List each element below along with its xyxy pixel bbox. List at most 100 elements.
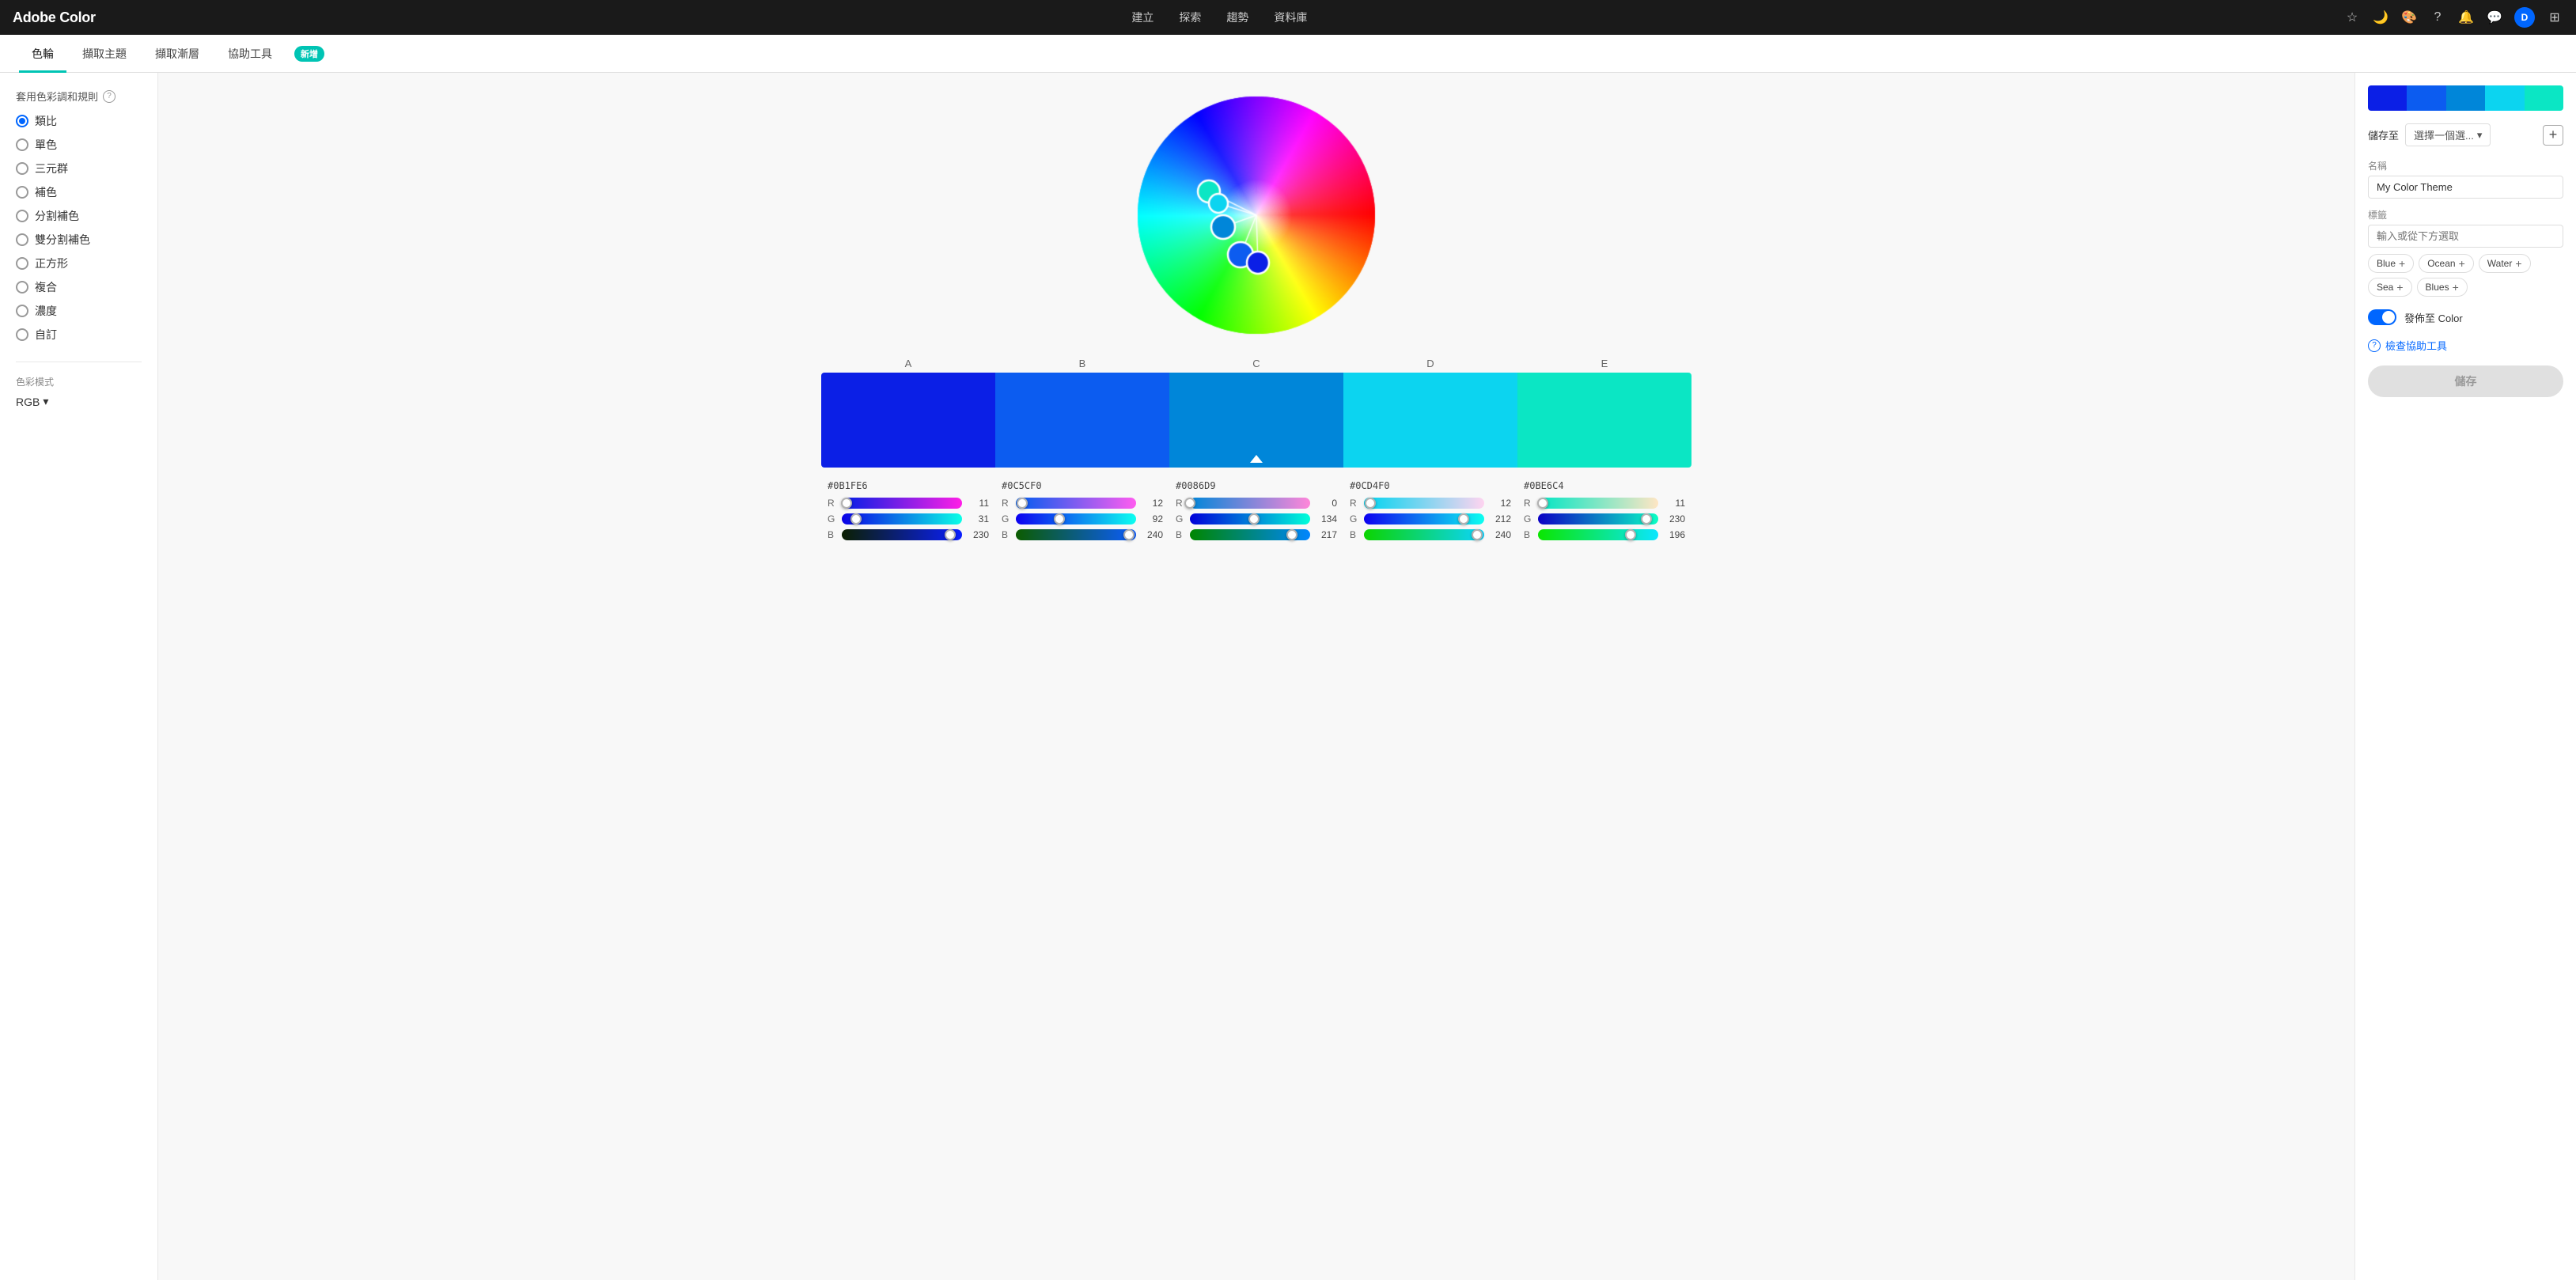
swatch-E[interactable] [1517,373,1691,468]
tags-input[interactable] [2368,225,2563,248]
user-avatar[interactable]: D [2514,7,2535,28]
thumb-B-1[interactable] [1123,529,1135,540]
tag-add-icon: + [2453,281,2459,293]
harmony-rule-8[interactable]: 濃度 [16,303,142,319]
thumb-G-0[interactable] [850,513,862,524]
radio-8 [16,305,28,317]
slider-B-2[interactable] [1190,529,1310,540]
slider-R-1[interactable] [1016,498,1136,509]
publish-row: 發佈至 Color [2368,309,2563,325]
slider-G-0[interactable] [842,513,962,524]
color-mode-select[interactable]: RGB ▾ [16,395,142,408]
slider-G-3[interactable] [1364,513,1484,524]
thumb-R-1[interactable] [1017,498,1028,509]
harmony-rule-9[interactable]: 自訂 [16,327,142,343]
nav-link-library[interactable]: 資料庫 [1274,9,1307,25]
name-input[interactable] [2368,176,2563,199]
nav-link-build[interactable]: 建立 [1131,9,1154,25]
thumb-G-1[interactable] [1054,513,1065,524]
tab-accessibility[interactable]: 協助工具 [215,35,285,73]
channel-R-row-3: R12 [1350,498,1511,509]
thumb-B-3[interactable] [1472,529,1483,540]
add-library-button[interactable]: + [2543,125,2563,146]
thumb-R-2[interactable] [1184,498,1195,509]
publish-toggle[interactable] [2368,309,2396,325]
slider-R-2[interactable] [1190,498,1310,509]
swatch-B[interactable] [995,373,1169,468]
slider-B-4[interactable] [1538,529,1658,540]
hex-label-0: #0B1FE6 [828,480,989,491]
harmony-rule-5[interactable]: 雙分割補色 [16,232,142,248]
thumb-R-3[interactable] [1365,498,1376,509]
name-label: 名稱 [2368,159,2563,172]
hex-label-4: #0BE6C4 [1524,480,1685,491]
radio-0 [16,115,28,127]
save-button[interactable]: 儲存 [2368,365,2563,397]
swatches-labels: ABCDE [821,358,1691,369]
tag-ocean[interactable]: Ocean+ [2419,254,2474,273]
color-wheel-icon[interactable]: 🎨 [2400,9,2418,26]
swatch-label-C: C [1169,358,1343,369]
tag-water[interactable]: Water+ [2479,254,2531,273]
harmony-rule-2[interactable]: 三元群 [16,161,142,176]
channel-G-row-3: G212 [1350,513,1511,524]
nav-link-trends[interactable]: 趨勢 [1226,9,1248,25]
channel-R-row-4: R11 [1524,498,1685,509]
thumb-B-2[interactable] [1286,529,1297,540]
thumb-G-2[interactable] [1248,513,1260,524]
slider-R-3[interactable] [1364,498,1484,509]
slider-G-4[interactable] [1538,513,1658,524]
nav-link-explore[interactable]: 探索 [1179,9,1201,25]
harmony-rule-1[interactable]: 單色 [16,137,142,153]
thumb-G-3[interactable] [1458,513,1469,524]
tag-sea[interactable]: Sea+ [2368,278,2412,297]
swatch-label-E: E [1517,358,1691,369]
radio-1 [16,138,28,151]
tag-blue[interactable]: Blue+ [2368,254,2414,273]
harmony-rule-3[interactable]: 補色 [16,184,142,200]
swatch-label-B: B [995,358,1169,369]
star-icon[interactable]: ☆ [2343,9,2361,26]
moon-icon[interactable]: 🌙 [2372,9,2389,26]
save-dropdown[interactable]: 選擇一個選... ▾ [2405,123,2491,146]
radio-2 [16,162,28,175]
slider-G-1[interactable] [1016,513,1136,524]
notifications-icon[interactable]: 🔔 [2457,9,2475,26]
thumb-B-4[interactable] [1625,529,1636,540]
chat-icon[interactable]: 💬 [2486,9,2503,26]
swatch-A[interactable] [821,373,995,468]
sidebar-help-icon[interactable]: ? [103,90,116,103]
radio-6 [16,257,28,270]
preview-swatch-3 [2485,85,2524,111]
tab-extract-gradient[interactable]: 擷取漸層 [142,35,212,73]
swatch-C[interactable] [1169,373,1343,468]
slider-R-0[interactable] [842,498,962,509]
thumb-R-4[interactable] [1537,498,1548,509]
harmony-rule-4[interactable]: 分割補色 [16,208,142,224]
tag-blues[interactable]: Blues+ [2417,278,2468,297]
thumb-R-0[interactable] [841,498,852,509]
tab-extract-theme[interactable]: 擷取主題 [70,35,139,73]
help-link[interactable]: ? 檢查協助工具 [2368,338,2563,353]
slider-R-4[interactable] [1538,498,1658,509]
apps-icon[interactable]: ⊞ [2546,9,2563,26]
color-col-3: #0CD4F0R12G212B240 [1343,480,1517,545]
color-col-1: #0C5CF0R12G92B240 [995,480,1169,545]
help-icon[interactable]: ? [2429,9,2446,26]
harmony-rule-6[interactable]: 正方形 [16,256,142,271]
swatch-active-indicator [1250,455,1263,463]
hex-label-1: #0C5CF0 [1002,480,1163,491]
slider-B-0[interactable] [842,529,962,540]
slider-B-3[interactable] [1364,529,1484,540]
thumb-G-4[interactable] [1641,513,1652,524]
harmony-rule-0[interactable]: 類比 [16,113,142,129]
tab-color-wheel[interactable]: 色輪 [19,35,66,73]
swatch-D[interactable] [1343,373,1517,468]
harmony-rule-7[interactable]: 複合 [16,279,142,295]
slider-B-1[interactable] [1016,529,1136,540]
color-wheel[interactable] [1130,89,1383,342]
channel-G-row-1: G92 [1002,513,1163,524]
thumb-B-0[interactable] [945,529,956,540]
chevron-down-icon: ▾ [2477,129,2483,142]
slider-G-2[interactable] [1190,513,1310,524]
